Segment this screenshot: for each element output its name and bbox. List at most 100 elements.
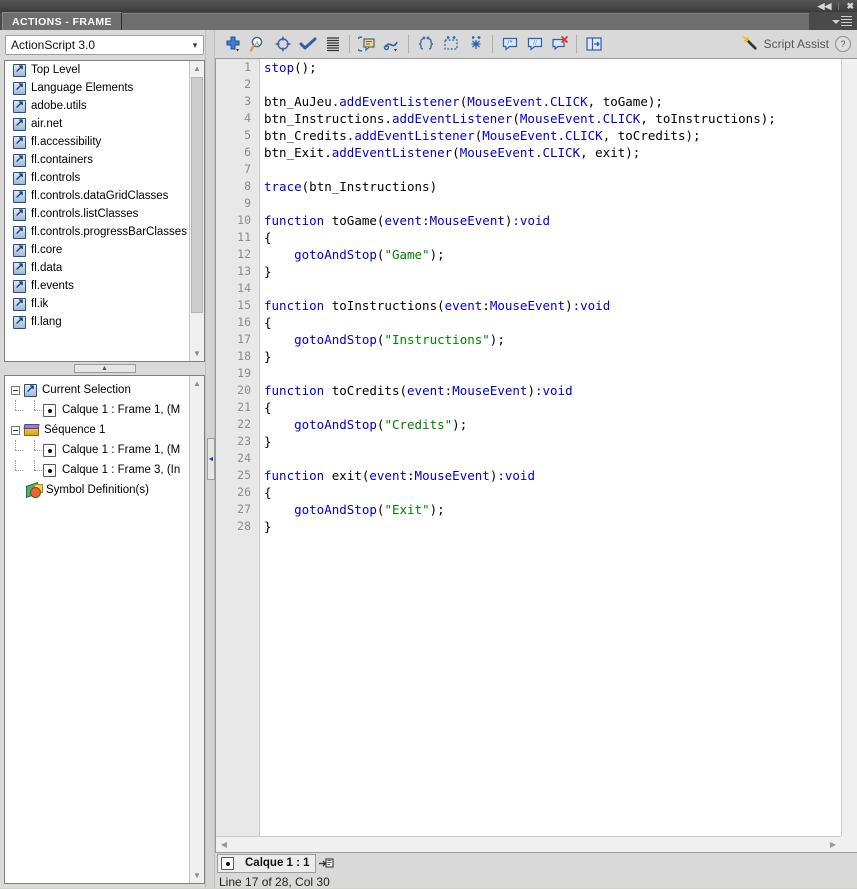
insert-target-path-button[interactable] — [270, 32, 295, 56]
chevron-up-icon[interactable]: ▲ — [190, 61, 204, 76]
add-item-button[interactable] — [220, 32, 245, 56]
chevron-down-icon[interactable]: ▼ — [190, 346, 204, 361]
code-line[interactable] — [264, 76, 841, 93]
code-line[interactable]: btn_AuJeu.addEventListener(MouseEvent.CL… — [264, 93, 841, 110]
code-line[interactable] — [264, 161, 841, 178]
script-tree-scrollbar[interactable]: ▲ ▼ — [189, 376, 204, 883]
chevron-up-icon[interactable]: ▲ — [190, 376, 204, 391]
code-line[interactable]: gotoAndStop("Exit"); — [264, 501, 841, 518]
code-line[interactable] — [264, 195, 841, 212]
class-tree-item[interactable]: fl.containers — [5, 151, 190, 169]
code-line[interactable]: btn_Credits.addEventListener(MouseEvent.… — [264, 127, 841, 144]
triangle-left-icon[interactable]: ◄ — [207, 438, 215, 480]
close-icon[interactable]: ✖ — [846, 1, 854, 11]
collapse-panel-icon[interactable]: ◀◀ — [818, 1, 832, 11]
code-line[interactable]: } — [264, 263, 841, 280]
code-line[interactable]: } — [264, 433, 841, 450]
script-tree-item[interactable]: Symbol Definition(s) — [5, 480, 190, 500]
remove-comment-button[interactable] — [547, 32, 572, 56]
script-assist-button[interactable]: Script Assist — [764, 37, 829, 51]
debug-options-button[interactable] — [379, 32, 404, 56]
tree-splitter-horizontal[interactable]: ▲ — [4, 362, 205, 374]
chevron-left-icon[interactable]: ◀ — [216, 837, 232, 853]
script-navigator-tree[interactable]: Current Selection Calque 1 : Frame 1, (M S… — [4, 375, 205, 884]
class-tree-item[interactable]: fl.accessibility — [5, 133, 190, 151]
code-line[interactable]: } — [264, 348, 841, 365]
check-syntax-button[interactable] — [295, 32, 320, 56]
pin-script-icon[interactable] — [316, 854, 336, 873]
code-line[interactable] — [264, 365, 841, 382]
editor-vertical-scrollbar[interactable] — [841, 59, 857, 836]
apply-block-comment-button[interactable]: /* — [497, 32, 522, 56]
tree-expander-collapse-icon[interactable] — [11, 385, 20, 395]
magic-wand-icon[interactable] — [742, 35, 758, 54]
class-tree-item[interactable]: fl.controls.listClasses — [5, 205, 190, 223]
code-token: btn_Exit. — [264, 145, 332, 160]
find-replace-button[interactable]: A — [245, 32, 270, 56]
triangle-up-icon[interactable]: ▲ — [73, 363, 136, 373]
chevron-down-icon[interactable]: ▼ — [190, 868, 204, 883]
class-tree-item[interactable]: adobe.utils — [5, 97, 190, 115]
expand-all-button[interactable] — [463, 32, 488, 56]
script-editor[interactable]: 1 2 3 4 5 6 7 8 9 10 11 12 13 14 15 16 17 18 19 20 21 22 23 24 2… — [215, 58, 857, 853]
chevron-right-icon[interactable]: ▶ — [825, 837, 841, 853]
code-line[interactable]: { — [264, 484, 841, 501]
help-icon[interactable]: ? — [835, 36, 851, 52]
class-tree-item[interactable]: air.net — [5, 115, 190, 133]
pinned-script-tab[interactable]: Calque 1 : 1 — [217, 853, 316, 873]
script-tree-item[interactable]: Séquence 1 — [5, 420, 190, 440]
class-tree-item[interactable]: fl.lang — [5, 313, 190, 331]
class-tree-item[interactable]: fl.controls.progressBarClasses — [5, 223, 190, 241]
code-line[interactable]: stop(); — [264, 59, 841, 76]
actions-panel-window: ◀◀ ✖ ACTIONS - FRAME ActionScript 3.0 ▾ … — [0, 0, 857, 889]
actionscript-class-tree[interactable]: Top Level Language Elements adobe.utils air… — [4, 60, 205, 362]
show-code-hint-button[interactable] — [354, 32, 379, 56]
class-tree-list[interactable]: Top Level Language Elements adobe.utils air… — [5, 61, 190, 361]
panel-menu-icon[interactable] — [832, 14, 852, 28]
code-line[interactable]: function toInstructions(event:MouseEvent… — [264, 297, 841, 314]
script-tree-item[interactable]: Current Selection — [5, 380, 190, 400]
class-tree-item[interactable]: fl.ik — [5, 295, 190, 313]
code-text-area[interactable]: stop(); btn_AuJeu.addEventListener(Mouse… — [261, 59, 841, 836]
code-line[interactable]: function toGame(event:MouseEvent):void — [264, 212, 841, 229]
script-tree-item[interactable]: Calque 1 : Frame 3, (In — [5, 460, 190, 480]
script-tree-item[interactable]: Calque 1 : Frame 1, (M — [5, 400, 190, 420]
code-line[interactable]: trace(btn_Instructions) — [264, 178, 841, 195]
script-tree-list[interactable]: Current Selection Calque 1 : Frame 1, (M S… — [5, 380, 190, 500]
code-line[interactable]: btn_Exit.addEventListener(MouseEvent.CLI… — [264, 144, 841, 161]
collapse-between-braces-button[interactable] — [413, 32, 438, 56]
code-line[interactable]: gotoAndStop("Instructions"); — [264, 331, 841, 348]
class-tree-item[interactable]: fl.core — [5, 241, 190, 259]
auto-format-button[interactable] — [320, 32, 345, 56]
show-hide-toolbox-button[interactable] — [581, 32, 606, 56]
code-line[interactable] — [264, 450, 841, 467]
code-line[interactable] — [264, 280, 841, 297]
class-tree-item[interactable]: fl.events — [5, 277, 190, 295]
code-token: : — [422, 213, 430, 228]
code-line[interactable]: } — [264, 518, 841, 535]
editor-horizontal-scrollbar[interactable]: ◀ ▶ — [216, 836, 841, 852]
code-line[interactable]: gotoAndStop("Credits"); — [264, 416, 841, 433]
language-select[interactable]: ActionScript 3.0 ▾ — [5, 35, 204, 55]
scrollbar-thumb[interactable] — [191, 77, 203, 313]
code-line[interactable]: function toCredits(event:MouseEvent):voi… — [264, 382, 841, 399]
class-tree-item[interactable]: fl.data — [5, 259, 190, 277]
class-tree-scrollbar[interactable]: ▲ ▼ — [189, 61, 204, 361]
apply-line-comment-button[interactable]: // — [522, 32, 547, 56]
class-tree-item[interactable]: fl.controls.dataGridClasses — [5, 187, 190, 205]
code-line[interactable]: function exit(event:MouseEvent):void — [264, 467, 841, 484]
panel-splitter-vertical[interactable]: ◄ — [205, 30, 215, 888]
script-tree-item[interactable]: Calque 1 : Frame 1, (M — [5, 440, 190, 460]
code-line[interactable]: btn_Instructions.addEventListener(MouseE… — [264, 110, 841, 127]
class-tree-item[interactable]: Top Level — [5, 61, 190, 79]
code-line[interactable]: gotoAndStop("Game"); — [264, 246, 841, 263]
code-token: exit( — [324, 468, 370, 483]
tab-actions-frame[interactable]: ACTIONS - FRAME — [2, 12, 122, 31]
class-tree-item[interactable]: Language Elements — [5, 79, 190, 97]
code-line[interactable]: { — [264, 399, 841, 416]
tree-expander-collapse-icon[interactable] — [11, 425, 20, 435]
class-tree-item[interactable]: fl.controls — [5, 169, 190, 187]
code-line[interactable]: { — [264, 314, 841, 331]
code-line[interactable]: { — [264, 229, 841, 246]
collapse-selection-button[interactable] — [438, 32, 463, 56]
